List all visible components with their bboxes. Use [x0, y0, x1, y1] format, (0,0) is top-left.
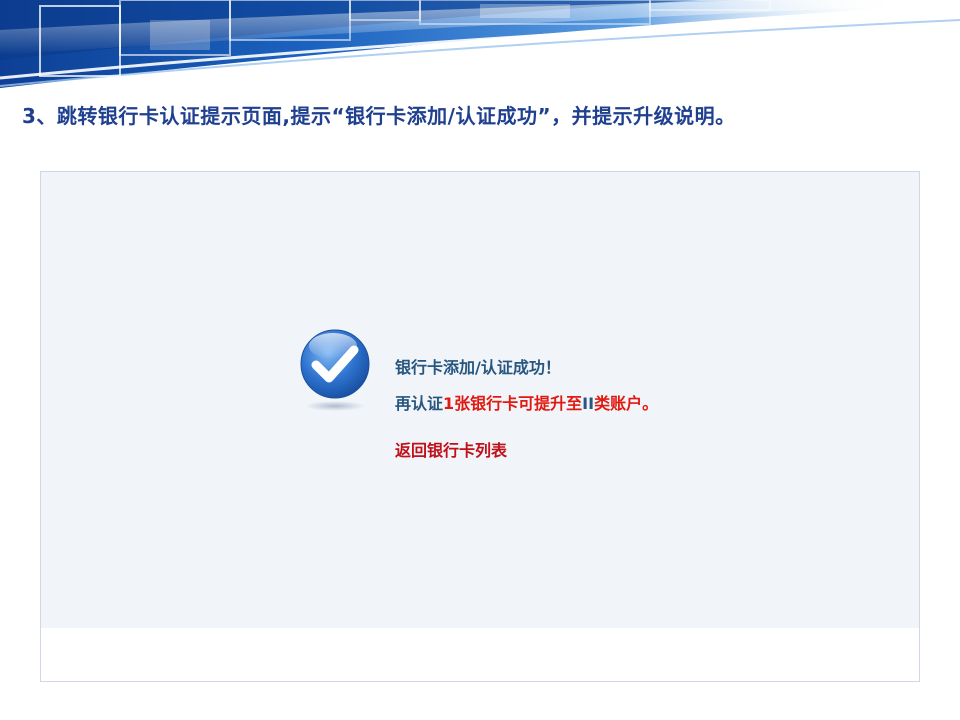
result-frame: 银行卡添加/认证成功！ 再认证1张银行卡可提升至II类账户。 返回银行卡列表: [40, 171, 920, 682]
upgrade-highlight: 1张银行卡可提升至: [443, 394, 583, 413]
upgrade-account-level: II: [582, 394, 595, 413]
upgrade-prefix: 再认证: [395, 394, 444, 413]
success-message: 银行卡添加/认证成功！: [395, 358, 561, 377]
checkmark-circle-icon: [300, 329, 370, 411]
result-panel: 银行卡添加/认证成功！ 再认证1张银行卡可提升至II类账户。 返回银行卡列表: [41, 172, 919, 628]
upgrade-notice: 再认证1张银行卡可提升至II类账户。: [395, 390, 658, 414]
decorative-banner: [0, 0, 960, 88]
back-to-card-list-link[interactable]: 返回银行卡列表: [395, 437, 507, 461]
slide: 3、跳转银行卡认证提示页面,提示“银行卡添加/认证成功”，并提示升级说明。 银行…: [0, 0, 960, 720]
step-heading: 3、跳转银行卡认证提示页面,提示“银行卡添加/认证成功”，并提示升级说明。: [22, 104, 736, 128]
upgrade-suffix: 类账户。: [594, 394, 659, 413]
